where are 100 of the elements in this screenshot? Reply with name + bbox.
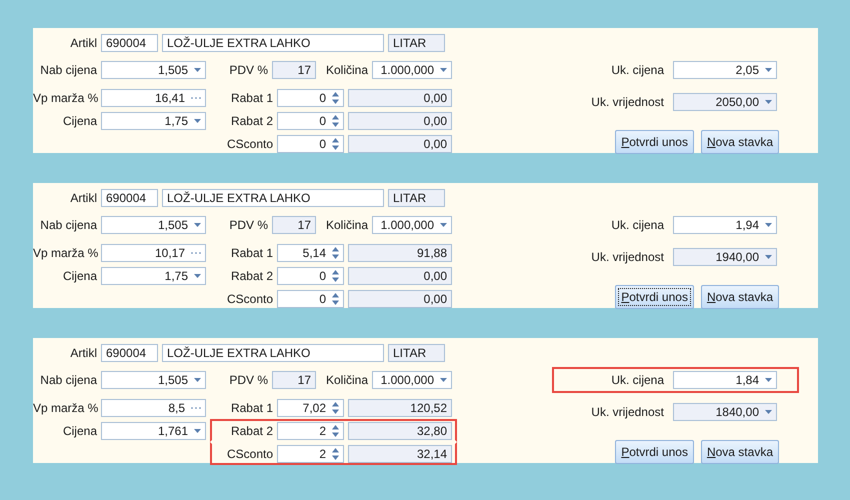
- dropdown-caret-icon[interactable]: [194, 428, 201, 432]
- field-label: Uk. cijena: [610, 63, 664, 77]
- code-field[interactable]: 690004: [101, 34, 158, 52]
- ellipsis-field[interactable]: 16,41: [101, 88, 206, 106]
- amount-field: 91,88: [348, 244, 452, 262]
- spinner-arrows-icon[interactable]: [332, 92, 339, 104]
- dropdown-caret-icon[interactable]: [194, 68, 201, 72]
- ellipsis-field[interactable]: 8,5: [101, 398, 206, 416]
- dropdown-field[interactable]: 1940,00: [673, 248, 777, 266]
- name-field[interactable]: LOŽ-ULJE EXTRA LAHKO: [162, 189, 384, 207]
- spinner-field[interactable]: 0: [277, 112, 344, 130]
- spinner-arrows-icon[interactable]: [332, 270, 339, 282]
- field-label: Uk. vrijednost: [590, 250, 664, 264]
- dropdown-field[interactable]: 1,505: [101, 371, 206, 389]
- field-label: PDV %: [228, 218, 268, 232]
- dropdown-caret-icon[interactable]: [194, 274, 201, 278]
- field-label: Cijena: [62, 114, 97, 128]
- dropdown-field[interactable]: 1.000,000: [372, 216, 452, 234]
- dropdown-field[interactable]: 1,761: [101, 422, 206, 440]
- field-label: Nab cijena: [39, 63, 97, 77]
- spinner-arrows-icon[interactable]: [332, 138, 339, 150]
- field-label: Artikl: [69, 191, 97, 205]
- dropdown-caret-icon[interactable]: [440, 223, 447, 227]
- dropdown-caret-icon[interactable]: [194, 223, 201, 227]
- field-label: Cijena: [62, 268, 97, 282]
- field-label: Rabat 2: [230, 114, 273, 128]
- spinner-field[interactable]: 7,02: [277, 398, 344, 416]
- field-label: Količina: [324, 63, 368, 77]
- field-label: CSconto: [226, 136, 273, 150]
- spinner-field[interactable]: 5,14: [277, 244, 344, 262]
- unit-field: LITAR: [388, 189, 445, 207]
- amount-field: 120,52: [348, 398, 452, 416]
- name-field[interactable]: LOŽ-ULJE EXTRA LAHKO: [162, 34, 384, 52]
- spinner-field[interactable]: 0: [277, 134, 344, 152]
- action-button[interactable]: Nova stavka: [700, 285, 779, 309]
- dropdown-field[interactable]: 2,05: [673, 61, 777, 79]
- spinner-arrows-icon[interactable]: [332, 448, 339, 460]
- dropdown-caret-icon[interactable]: [765, 410, 772, 414]
- spinner-field[interactable]: 0: [277, 88, 344, 106]
- dropdown-caret-icon[interactable]: [440, 68, 447, 72]
- dropdown-field[interactable]: 1,75: [101, 266, 206, 284]
- dropdown-caret-icon[interactable]: [194, 118, 201, 122]
- field-label: Artikl: [69, 346, 97, 360]
- dropdown-caret-icon[interactable]: [194, 378, 201, 382]
- dropdown-caret-icon[interactable]: [765, 100, 772, 104]
- field-label: Vp marža %: [33, 400, 97, 414]
- dropdown-caret-icon[interactable]: [765, 378, 772, 382]
- dropdown-field[interactable]: 1.000,000: [372, 61, 452, 79]
- field-label: Rabat 2: [230, 424, 273, 438]
- code-field[interactable]: 690004: [101, 189, 158, 207]
- readonly-field: 17: [272, 371, 316, 389]
- dropdown-field[interactable]: 1,505: [101, 216, 206, 234]
- field-label: Nab cijena: [39, 373, 97, 387]
- spinner-arrows-icon[interactable]: [332, 246, 339, 258]
- action-button[interactable]: Potvrdi unos: [615, 130, 694, 154]
- spinner-arrows-icon[interactable]: [332, 424, 339, 436]
- readonly-field: 17: [272, 61, 316, 79]
- amount-field: 32,14: [348, 444, 452, 462]
- spinner-field[interactable]: 0: [277, 266, 344, 284]
- spinner-field[interactable]: 2: [277, 444, 344, 462]
- action-button[interactable]: Nova stavka: [700, 130, 779, 154]
- field-label: Uk. cijena: [610, 218, 664, 232]
- dropdown-caret-icon[interactable]: [765, 255, 772, 259]
- field-label: CSconto: [226, 292, 273, 306]
- field-label: CSconto: [226, 446, 273, 460]
- dropdown-caret-icon[interactable]: [765, 223, 772, 227]
- unit-field: LITAR: [388, 34, 445, 52]
- field-label: Rabat 2: [230, 268, 273, 282]
- dropdown-field[interactable]: 1,84: [673, 371, 777, 389]
- action-button[interactable]: Nova stavka: [700, 440, 779, 464]
- dropdown-field[interactable]: 1.000,000: [372, 371, 452, 389]
- amount-field: 0,00: [348, 266, 452, 284]
- dropdown-caret-icon[interactable]: [765, 68, 772, 72]
- dropdown-field[interactable]: 1,94: [673, 216, 777, 234]
- field-label: Količina: [324, 218, 368, 232]
- dropdown-field[interactable]: 2050,00: [673, 93, 777, 111]
- readonly-field: 17: [272, 216, 316, 234]
- spinner-field[interactable]: 0: [277, 290, 344, 308]
- action-button[interactable]: Potvrdi unos: [615, 285, 694, 309]
- field-label: Uk. vrijednost: [590, 405, 664, 419]
- amount-field: 32,80: [348, 422, 452, 440]
- dropdown-caret-icon[interactable]: [440, 378, 447, 382]
- field-label: Uk. vrijednost: [590, 95, 664, 109]
- spinner-field[interactable]: 2: [277, 422, 344, 440]
- field-label: Artikl: [69, 36, 97, 50]
- action-button[interactable]: Potvrdi unos: [615, 440, 694, 464]
- amount-field: 0,00: [348, 290, 452, 308]
- field-label: Rabat 1: [230, 400, 273, 414]
- dropdown-field[interactable]: 1,75: [101, 112, 206, 130]
- spinner-arrows-icon[interactable]: [332, 114, 339, 126]
- field-label: Količina: [324, 373, 368, 387]
- dropdown-field[interactable]: 1,505: [101, 61, 206, 79]
- spinner-arrows-icon[interactable]: [332, 292, 339, 304]
- code-field[interactable]: 690004: [101, 344, 158, 362]
- dropdown-field[interactable]: 1840,00: [673, 403, 777, 421]
- ellipsis-field[interactable]: 10,17: [101, 244, 206, 262]
- field-label: Cijena: [62, 424, 97, 438]
- spinner-arrows-icon[interactable]: [332, 402, 339, 414]
- name-field[interactable]: LOŽ-ULJE EXTRA LAHKO: [162, 344, 384, 362]
- field-label: PDV %: [228, 373, 268, 387]
